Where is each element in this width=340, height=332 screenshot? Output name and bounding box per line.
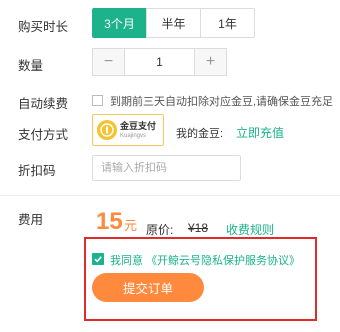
- quantity-value[interactable]: 1: [125, 49, 194, 75]
- duration-label: 购买时长: [18, 20, 69, 34]
- recharge-link[interactable]: 立即充值: [236, 124, 284, 141]
- auto-renew-label: 自动续费: [18, 97, 69, 111]
- original-price-label: 原价:: [146, 223, 174, 237]
- discount-label: 折扣码: [18, 164, 56, 178]
- fee-label: 费用: [18, 213, 44, 227]
- gold-balance-label: 我的金豆:: [176, 128, 224, 140]
- payment-method-sub: Kuajingvs: [120, 132, 147, 139]
- coin-icon: [97, 120, 117, 140]
- auto-renew-description: 到期前三天自动扣除对应金豆,请确保金豆充足: [110, 96, 334, 108]
- price-unit: 元: [124, 218, 138, 233]
- duration-selector: 3个月 半年 1年: [92, 8, 255, 38]
- quantity-decrease-button[interactable]: −: [93, 49, 125, 75]
- quantity-increase-button[interactable]: +: [194, 49, 226, 75]
- discount-code-input[interactable]: [92, 155, 241, 181]
- quantity-label: 数量: [18, 59, 44, 73]
- payment-label: 支付方式: [18, 128, 69, 142]
- duration-option-3-months[interactable]: 3个月: [92, 8, 147, 38]
- submit-order-button[interactable]: 提交订单: [92, 273, 204, 302]
- section-divider: [0, 195, 340, 196]
- agreement-text[interactable]: 我同意 《开鲸云号隐私保护服务协议》: [110, 252, 300, 268]
- payment-method-name: 金豆支付: [120, 120, 157, 131]
- payment-method-gold-coin[interactable]: 金豆支付 Kuajingvs: [92, 114, 164, 146]
- original-price-value: ¥18: [188, 221, 209, 235]
- quantity-stepper: − 1 +: [92, 48, 227, 76]
- price-value: 15: [96, 208, 123, 235]
- agreement-checkbox[interactable]: [92, 253, 104, 265]
- check-icon: [94, 256, 102, 263]
- duration-option-1-year[interactable]: 1年: [200, 8, 255, 38]
- fee-rules-link[interactable]: 收费规则: [226, 221, 274, 238]
- auto-renew-checkbox[interactable]: [92, 95, 103, 106]
- duration-option-half-year[interactable]: 半年: [146, 8, 201, 38]
